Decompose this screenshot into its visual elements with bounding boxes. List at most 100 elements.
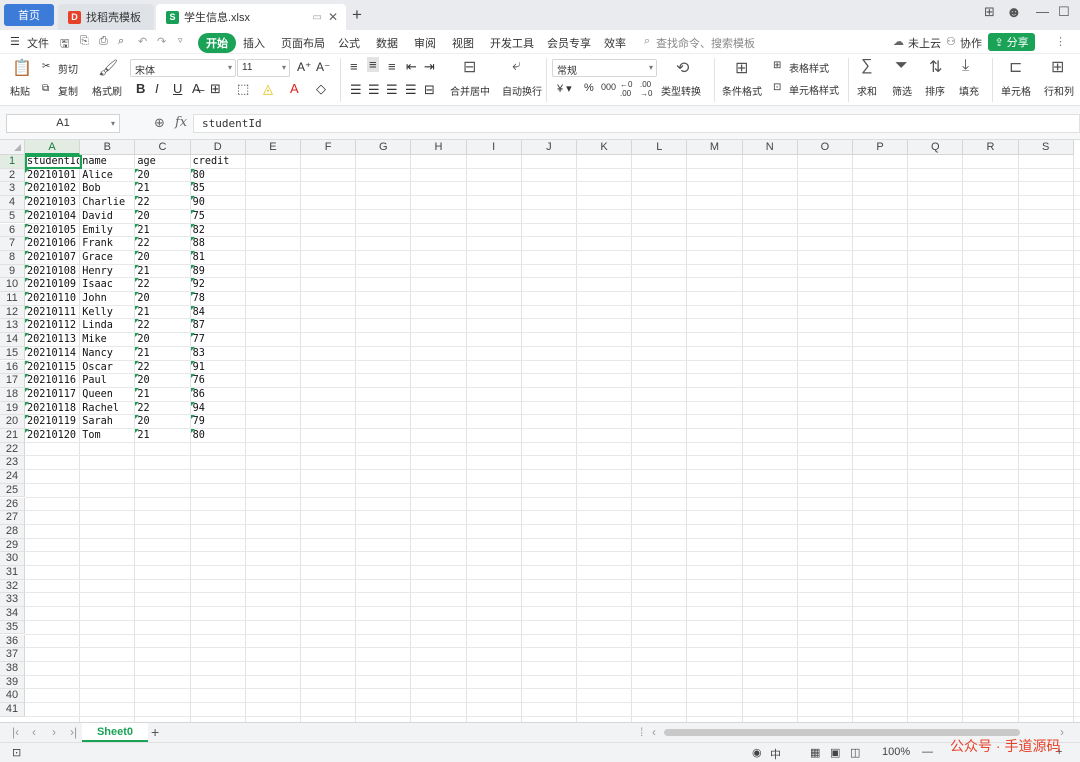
- collab-button[interactable]: 协作: [960, 35, 982, 51]
- thousands-icon[interactable]: 000: [601, 82, 616, 92]
- table-cell[interactable]: Queen: [80, 388, 134, 401]
- table-cell[interactable]: Bob: [80, 182, 134, 195]
- table-cell[interactable]: 80: [190, 168, 245, 182]
- row-header[interactable]: 6: [0, 223, 25, 238]
- zoom-formula-icon[interactable]: ⊕: [154, 115, 165, 131]
- maximize-icon[interactable]: ☐: [1058, 4, 1070, 20]
- row-header[interactable]: 33: [0, 593, 25, 608]
- table-style-button[interactable]: 表格样式: [789, 60, 829, 75]
- header-cell[interactable]: name: [80, 155, 134, 168]
- column-header-g[interactable]: G: [356, 140, 412, 155]
- filter-button[interactable]: 筛选: [892, 83, 912, 98]
- table-cell[interactable]: Paul: [80, 374, 134, 387]
- table-cell[interactable]: Oscar: [80, 361, 134, 374]
- table-cell[interactable]: 21: [135, 346, 189, 360]
- font-select[interactable]: 宋体 ▾: [130, 59, 236, 77]
- page-break-icon[interactable]: ◫: [850, 746, 860, 759]
- sort-button[interactable]: 排序: [925, 83, 945, 98]
- row-header[interactable]: 8: [0, 250, 25, 265]
- row-header[interactable]: 24: [0, 470, 25, 484]
- table-cell[interactable]: 94: [190, 401, 245, 415]
- scroll-left-icon[interactable]: ‹: [652, 725, 656, 739]
- table-cell[interactable]: Alice: [80, 169, 134, 182]
- table-cell[interactable]: 20210104: [25, 209, 79, 223]
- row-header[interactable]: 35: [0, 620, 25, 635]
- table-cell[interactable]: 20210111: [25, 305, 79, 319]
- formula-input[interactable]: studentId: [193, 114, 1080, 133]
- zoom-level[interactable]: 100%: [882, 746, 910, 758]
- table-cell[interactable]: 20210116: [25, 374, 79, 387]
- table-cell[interactable]: 20210105: [25, 223, 79, 237]
- conditional-format-button[interactable]: 条件格式: [722, 83, 762, 98]
- row-header[interactable]: 27: [0, 511, 25, 525]
- row-header[interactable]: 13: [0, 319, 25, 334]
- align-center-icon[interactable]: ☰: [368, 82, 380, 98]
- table-cell[interactable]: 78: [190, 292, 245, 305]
- table-cell[interactable]: 20: [135, 168, 189, 182]
- column-header-i[interactable]: I: [466, 140, 522, 155]
- table-cell[interactable]: 20210107: [25, 250, 79, 264]
- row-header[interactable]: 26: [0, 497, 25, 512]
- quick-access-dropdown-icon[interactable]: ▿: [178, 35, 183, 46]
- row-header[interactable]: 28: [0, 524, 25, 539]
- table-cell[interactable]: John: [80, 292, 134, 305]
- header-cell[interactable]: age: [135, 155, 189, 168]
- column-header-j[interactable]: J: [521, 140, 577, 155]
- table-cell[interactable]: 20210114: [25, 346, 79, 360]
- table-cell[interactable]: Isaac: [80, 278, 134, 291]
- row-header[interactable]: 1: [0, 155, 25, 169]
- row-header[interactable]: 18: [0, 387, 25, 402]
- table-cell[interactable]: 82: [190, 223, 245, 237]
- table-cell[interactable]: 20: [135, 250, 189, 264]
- table-cell[interactable]: 22: [135, 278, 189, 291]
- table-cell[interactable]: 85: [190, 182, 245, 195]
- prev-sheet-icon[interactable]: ‹: [32, 725, 36, 739]
- row-header[interactable]: 19: [0, 401, 25, 416]
- underline-icon[interactable]: U: [173, 81, 182, 96]
- table-cell[interactable]: 91: [190, 360, 245, 374]
- table-cell[interactable]: 20: [135, 374, 189, 387]
- split-handle-icon[interactable]: ⁞: [640, 725, 643, 739]
- row-header[interactable]: 31: [0, 566, 25, 580]
- table-cell[interactable]: 83: [190, 346, 245, 360]
- row-header[interactable]: 41: [0, 703, 25, 717]
- table-cell[interactable]: 22: [135, 360, 189, 374]
- column-header-o[interactable]: O: [797, 140, 853, 155]
- grid-view-icon[interactable]: ⊞: [984, 4, 995, 20]
- column-header-q[interactable]: Q: [908, 140, 964, 155]
- row-header[interactable]: 37: [0, 648, 25, 662]
- tab-file[interactable]: S 学生信息.xlsx ▭ ✕: [156, 4, 346, 30]
- table-cell[interactable]: 20210112: [25, 319, 79, 332]
- hamburger-icon[interactable]: ☰: [10, 35, 20, 48]
- command-search[interactable]: 查找命令、搜索模板: [656, 35, 755, 51]
- table-cell[interactable]: Linda: [80, 319, 134, 332]
- row-header[interactable]: 7: [0, 237, 25, 251]
- preview-icon[interactable]: ⌕: [118, 35, 124, 48]
- column-header-c[interactable]: C: [135, 140, 191, 155]
- row-header[interactable]: 5: [0, 209, 25, 224]
- table-cell[interactable]: 20210106: [25, 237, 79, 250]
- bold-icon[interactable]: B: [136, 81, 145, 96]
- rows-cols-button[interactable]: 行和列: [1044, 83, 1074, 98]
- row-header[interactable]: 22: [0, 442, 25, 457]
- first-sheet-icon[interactable]: |‹: [12, 725, 19, 739]
- share-button[interactable]: ⇪ 分享: [988, 33, 1035, 51]
- table-cell[interactable]: 81: [190, 250, 245, 264]
- undo-icon[interactable]: ↶: [138, 35, 147, 48]
- last-sheet-icon[interactable]: ›|: [70, 725, 77, 739]
- row-header[interactable]: 2: [0, 168, 25, 183]
- table-cell[interactable]: 77: [190, 333, 245, 346]
- menu-efficiency[interactable]: 效率: [604, 35, 626, 51]
- table-cell[interactable]: 20210102: [25, 182, 79, 195]
- distributed-icon[interactable]: ⊟: [424, 82, 435, 98]
- table-cell[interactable]: Rachel: [80, 402, 134, 415]
- menu-view[interactable]: 视图: [452, 35, 474, 51]
- table-cell[interactable]: 20210115: [25, 360, 79, 374]
- align-bottom-icon[interactable]: ≡: [388, 59, 396, 74]
- table-cell[interactable]: Frank: [80, 237, 134, 250]
- type-convert-button[interactable]: 类型转换: [661, 83, 701, 98]
- number-format-select[interactable]: 常规 ▾: [552, 59, 657, 77]
- more-icon[interactable]: ⋮: [1055, 35, 1066, 48]
- percent-icon[interactable]: %: [584, 82, 594, 94]
- column-header-k[interactable]: K: [577, 140, 633, 155]
